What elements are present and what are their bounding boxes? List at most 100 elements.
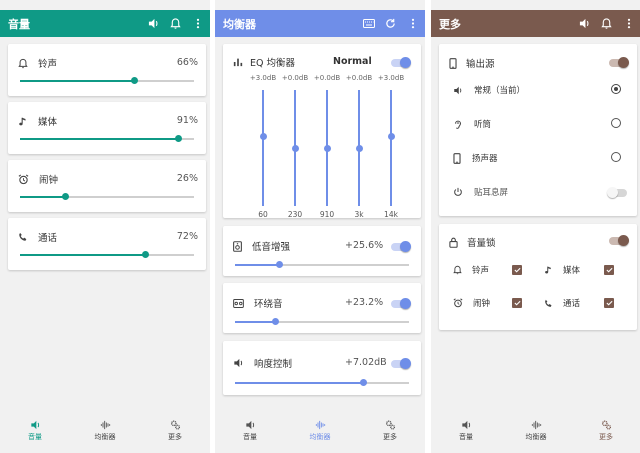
effect-slider[interactable] bbox=[235, 379, 409, 386]
phone-device-icon bbox=[449, 57, 457, 69]
effect-toggle[interactable] bbox=[391, 358, 411, 369]
slider-thumb[interactable] bbox=[131, 77, 139, 84]
eq-toggle[interactable] bbox=[391, 57, 411, 68]
lock-checkbox-ringtone[interactable] bbox=[512, 265, 522, 275]
output-option-normal[interactable]: 常规（当前） bbox=[453, 84, 525, 96]
eq-band-thumb[interactable] bbox=[259, 132, 267, 140]
eq-preset[interactable]: Normal bbox=[333, 56, 372, 67]
speaker-icon bbox=[453, 86, 463, 95]
effect-slider[interactable] bbox=[235, 318, 409, 325]
nav-label: 均衡器 bbox=[309, 433, 331, 441]
effect-value: +7.02dB bbox=[345, 357, 387, 368]
output-toggle[interactable] bbox=[609, 57, 629, 68]
effect-card-loudness: 响度控制 +7.02dB bbox=[223, 341, 421, 395]
more-panel: 更多 输出源 常规（当前） 听筒 扬声器 贴耳息屏 音量锁 铃声 媒体 闹钟 通… bbox=[431, 0, 640, 453]
output-label: 输出源 bbox=[466, 59, 495, 70]
nav-volume[interactable]: 音量 bbox=[215, 412, 285, 450]
refresh-icon[interactable] bbox=[384, 17, 397, 30]
output-card: 输出源 常规（当前） 听筒 扬声器 贴耳息屏 bbox=[439, 44, 637, 216]
eq-band-slider[interactable] bbox=[262, 90, 264, 206]
music-note-icon bbox=[544, 265, 553, 275]
more-vert-icon[interactable] bbox=[191, 17, 204, 30]
nav-equalizer[interactable]: 均衡器 bbox=[501, 412, 571, 450]
eq-band-thumb[interactable] bbox=[291, 144, 299, 152]
volume-slider[interactable] bbox=[20, 193, 194, 200]
volume-label: 通话 bbox=[38, 233, 58, 244]
lock-checkbox-media[interactable] bbox=[604, 265, 614, 275]
slider-thumb[interactable] bbox=[276, 261, 284, 268]
bottom-nav: 音量 均衡器 更多 bbox=[0, 412, 210, 450]
nav-volume[interactable]: 音量 bbox=[431, 412, 501, 450]
radio-normal[interactable] bbox=[611, 84, 621, 94]
slider-thumb[interactable] bbox=[141, 251, 149, 258]
slider-thumb[interactable] bbox=[61, 193, 69, 200]
volume-icon bbox=[461, 420, 472, 430]
screen-off-label: 贴耳息屏 bbox=[474, 188, 509, 198]
nav-equalizer[interactable]: 均衡器 bbox=[285, 412, 355, 450]
eq-band-thumb[interactable] bbox=[355, 144, 363, 152]
eq-band-frequency: 230 bbox=[287, 210, 303, 219]
radio-earpiece[interactable] bbox=[611, 118, 621, 128]
keyboard-icon[interactable] bbox=[362, 17, 375, 30]
slider-thumb[interactable] bbox=[174, 135, 182, 142]
option-label: 听筒 bbox=[474, 120, 492, 130]
loudness-icon bbox=[233, 358, 244, 368]
more-vert-icon[interactable] bbox=[622, 17, 635, 30]
output-option-earpiece[interactable]: 听筒 bbox=[453, 118, 491, 130]
slider-thumb[interactable] bbox=[271, 318, 279, 325]
screen-off-toggle[interactable] bbox=[607, 187, 627, 198]
bottom-nav: 音量 均衡器 更多 bbox=[431, 412, 640, 450]
speaker-icon[interactable] bbox=[147, 17, 160, 30]
eq-band-slider[interactable] bbox=[390, 90, 392, 206]
nav-label: 音量 bbox=[28, 433, 42, 441]
lock-item-label: 铃声 bbox=[472, 266, 490, 276]
volume-label: 铃声 bbox=[38, 59, 58, 70]
phone-icon bbox=[544, 299, 553, 308]
effect-toggle[interactable] bbox=[391, 298, 411, 309]
effect-toggle[interactable] bbox=[391, 241, 411, 252]
volume-slider[interactable] bbox=[20, 135, 194, 142]
more-vert-icon[interactable] bbox=[406, 17, 419, 30]
volume-lock-toggle[interactable] bbox=[609, 235, 629, 246]
nav-more[interactable]: 更多 bbox=[355, 412, 425, 450]
nav-label: 音量 bbox=[243, 433, 257, 441]
eq-band-frequency: 910 bbox=[319, 210, 335, 219]
nav-more[interactable]: 更多 bbox=[571, 412, 640, 450]
eq-band-thumb[interactable] bbox=[387, 132, 395, 140]
volume-label: 闹钟 bbox=[39, 175, 59, 186]
bell-icon[interactable] bbox=[169, 17, 182, 30]
earpiece-icon bbox=[453, 119, 463, 130]
lock-checkbox-call[interactable] bbox=[604, 298, 614, 308]
nav-equalizer[interactable]: 均衡器 bbox=[70, 412, 140, 450]
volume-lock-card: 音量锁 铃声 媒体 闹钟 通话 bbox=[439, 224, 637, 330]
eq-band-thumb[interactable] bbox=[323, 144, 331, 152]
volume-percent: 26% bbox=[176, 173, 198, 184]
effect-slider[interactable] bbox=[235, 261, 409, 268]
eq-card: EQ 均衡器 Normal +3.0dB 60 +0.0dB 230 +0.0dB 910… bbox=[223, 44, 421, 219]
option-label: 扬声器 bbox=[472, 154, 498, 164]
speaker-icon[interactable] bbox=[578, 17, 591, 30]
radio-speaker[interactable] bbox=[611, 152, 621, 162]
output-option-speaker[interactable]: 扬声器 bbox=[453, 152, 498, 164]
app-bar: 均衡器 bbox=[215, 10, 425, 37]
bell-icon bbox=[18, 58, 28, 69]
nav-more[interactable]: 更多 bbox=[140, 412, 210, 450]
effect-card-bass: 低音增强 +25.6% bbox=[223, 226, 421, 276]
nav-volume[interactable]: 音量 bbox=[0, 412, 70, 450]
slider-thumb[interactable] bbox=[360, 379, 368, 386]
lock-icon bbox=[449, 237, 458, 248]
bass-icon bbox=[233, 240, 242, 252]
volume-percent: 66% bbox=[176, 57, 198, 68]
lock-checkbox-alarm[interactable] bbox=[512, 298, 522, 308]
volume-slider[interactable] bbox=[20, 251, 194, 258]
effect-label: 响度控制 bbox=[254, 359, 293, 370]
volume-slider[interactable] bbox=[20, 77, 194, 84]
nav-label: 更多 bbox=[168, 433, 182, 441]
alarm-icon bbox=[453, 298, 463, 308]
volume-card-ringtone: 铃声 66% bbox=[8, 44, 206, 96]
effect-card-surround: 环绕音 +23.2% bbox=[223, 283, 421, 333]
equalizer-icon bbox=[100, 420, 111, 430]
bell-icon[interactable] bbox=[600, 17, 613, 30]
music-note-icon bbox=[18, 116, 28, 127]
volume-icon bbox=[245, 420, 256, 430]
